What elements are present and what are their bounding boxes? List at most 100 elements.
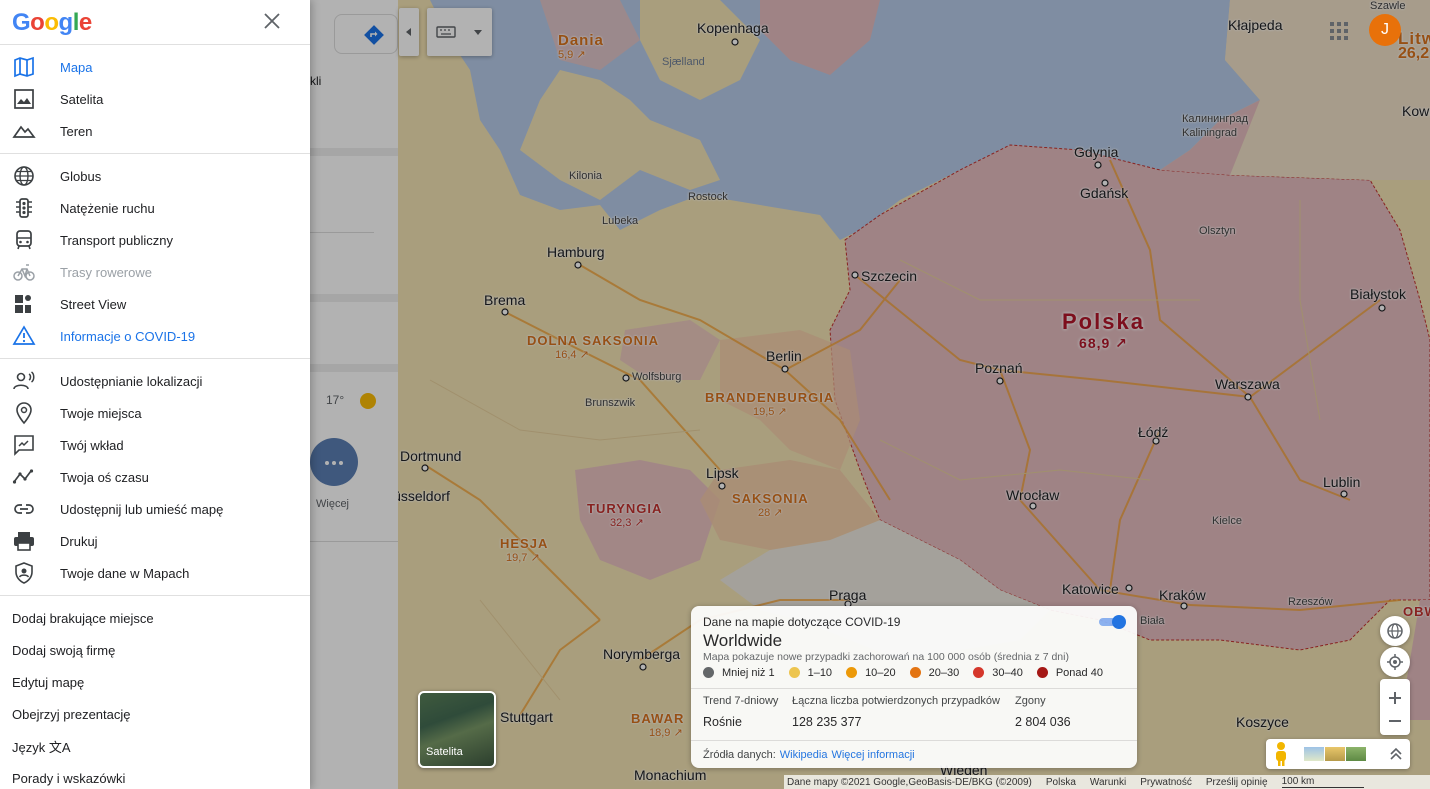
terms-link[interactable]: Warunki	[1090, 777, 1126, 788]
map-region-label: BAWAR 18,9 ↗	[631, 711, 685, 739]
covid-layer-toggle[interactable]	[1099, 615, 1127, 629]
menu-item-udostepnianie-lokalizacji[interactable]: Udostępnianie lokalizacji	[0, 365, 310, 397]
menu-item-twoja-os-czasu[interactable]: Twoja oś czasu	[0, 461, 310, 493]
menu-item-informacje-o-covid-19[interactable]: Informacje o COVID-19	[0, 320, 310, 352]
terrain-icon	[12, 125, 36, 138]
bicycle-icon	[13, 264, 35, 281]
zoom-out-icon[interactable]	[1388, 719, 1402, 723]
map-city-label: Hamburg	[547, 244, 605, 260]
menu-item-dodaj-brakujace-miejsce[interactable]: Dodaj brakujące miejsce	[0, 602, 310, 634]
menu-item-drukuj[interactable]: Drukuj	[0, 525, 310, 557]
map-attribution: Dane mapy ©2021 Google,GeoBasis-DE/BKG (…	[784, 775, 1430, 789]
more-label: Więcej	[316, 498, 350, 510]
menu-item-label: Natężenie ruchu	[60, 200, 155, 216]
pegman-icon[interactable]	[1271, 741, 1291, 767]
menu-item-globus[interactable]: Globus	[0, 160, 310, 192]
input-tools-button[interactable]	[427, 8, 492, 56]
covid-alert-icon	[12, 325, 36, 345]
apps-grid-icon[interactable]	[1329, 21, 1349, 41]
layer-thumb[interactable]	[1346, 747, 1366, 761]
transit-icon	[16, 230, 32, 250]
menu-item-twoje-dane-w-mapach[interactable]: Twoje dane w Mapach	[0, 557, 310, 589]
map-city-label: Monachium	[634, 767, 707, 783]
menu-item-mapa[interactable]: Mapa	[0, 51, 310, 83]
menu-item-label: Twoje miejsca	[60, 405, 142, 421]
covid-card-header: Dane na mapie dotyczące COVID-19	[703, 615, 901, 629]
menu-item-udostepnij-lub-umiesc-mape[interactable]: Udostępnij lub umieść mapę	[0, 493, 310, 525]
legend-item: Ponad 40	[1036, 667, 1103, 679]
logo-letter: G	[12, 9, 31, 36]
menu-item-label: Globus	[60, 168, 102, 184]
menu-item-label: Porady i wskazówki	[12, 770, 126, 786]
more-options-button[interactable]	[310, 438, 358, 486]
menu-item-label: Język 文A	[12, 739, 71, 755]
wikipedia-link[interactable]: Wikipedia	[780, 749, 828, 761]
help-section: Dodaj brakujące miejsce Dodaj swoją firmę…	[0, 596, 310, 789]
stat-value: 2 804 036	[1015, 715, 1071, 729]
map-city-label: Rostock	[688, 191, 728, 203]
logo-letter: g	[58, 9, 74, 36]
stat-value: 128 235 377	[792, 715, 862, 729]
my-location-icon	[1387, 654, 1403, 670]
map-city-label: Gdańsk	[1080, 185, 1129, 201]
map-city-label: Kowno	[1402, 103, 1430, 119]
directions-icon[interactable]	[363, 24, 385, 46]
map-region-label: Litw 26,2	[1398, 29, 1430, 62]
map-type-section: Mapa Satelita Teren	[0, 45, 310, 154]
legend-item: 20–30	[909, 667, 959, 679]
chevron-left-icon	[406, 28, 411, 36]
print-icon	[14, 532, 34, 551]
menu-item-twoj-wk-ad[interactable]: Twój wkład	[0, 429, 310, 461]
map-city-label: Stuttgart	[500, 709, 553, 725]
menu-item-jezyk-a[interactable]: Język 文A	[0, 730, 310, 762]
street-view-icon	[15, 295, 31, 313]
satellite-icon	[14, 89, 34, 109]
layer-thumb[interactable]	[1325, 747, 1345, 761]
menu-item-edytuj-mape[interactable]: Edytuj mapę	[0, 666, 310, 698]
globe-icon	[14, 166, 34, 186]
menu-item-dodaj-swoja-firme[interactable]: Dodaj swoją firmę	[0, 634, 310, 666]
sun-icon	[360, 393, 376, 409]
chevron-up-icon[interactable]	[1390, 747, 1402, 761]
covid-info-card: Dane na mapie dotyczące COVID-19 Worldwi…	[691, 606, 1137, 768]
map-city-label: Praga	[829, 587, 867, 603]
scale-label[interactable]: 100 km	[1281, 776, 1365, 788]
location-sharing-icon	[13, 371, 35, 390]
zoom-in-icon[interactable]	[1388, 691, 1402, 705]
menu-item-natezenie-ruchu[interactable]: Natężenie ruchu	[0, 192, 310, 224]
map-city-label: Kłajpeda	[1228, 17, 1283, 33]
map-city-label: Lipsk	[706, 465, 739, 481]
satellite-layer-toggle[interactable]: Satelita	[418, 691, 496, 768]
menu-item-trasy-rowerowe[interactable]: Trasy rowerowe	[0, 256, 310, 288]
menu-item-obejrzyj-prezentacje[interactable]: Obejrzyj prezentację	[0, 698, 310, 730]
menu-item-teren[interactable]: Teren	[0, 115, 310, 147]
map-city-label: Biała	[1140, 615, 1165, 627]
divider	[310, 232, 374, 233]
legend-item: 30–40	[973, 667, 1023, 679]
legend-item: Mniej niż 1	[703, 667, 775, 679]
menu-item-street-view[interactable]: Street View	[0, 288, 310, 320]
link-icon	[14, 504, 34, 514]
account-avatar[interactable]: J	[1369, 14, 1401, 46]
map-region-label: DOLNA SAKSONIA 16,4 ↗	[527, 333, 659, 361]
feedback-link[interactable]: Prześlij opinię	[1206, 777, 1268, 788]
covid-card-subtitle: Mapa pokazuje nowe przypadki zachorowań …	[703, 651, 1069, 663]
my-location-button[interactable]	[1380, 647, 1410, 677]
menu-item-twoje-miejsca[interactable]: Twoje miejsca	[0, 397, 310, 429]
country-link[interactable]: Polska	[1046, 777, 1076, 788]
globe-view-button[interactable]	[1380, 616, 1410, 646]
map-city-label: Rzeszów	[1288, 596, 1333, 608]
logo-letter: e	[78, 9, 92, 36]
privacy-link[interactable]: Prywatność	[1140, 777, 1192, 788]
menu-item-porady-i-wskazowki[interactable]: Porady i wskazówki	[0, 762, 310, 789]
close-icon[interactable]	[260, 9, 284, 33]
map-city-label: Warszawa	[1215, 376, 1280, 392]
menu-item-satelita[interactable]: Satelita	[0, 83, 310, 115]
map-city-label: Kaliningrad	[1182, 127, 1238, 139]
map-city-label: Lublin	[1323, 474, 1361, 490]
collapse-panel-button[interactable]	[399, 8, 419, 56]
layer-thumb[interactable]	[1304, 747, 1324, 761]
more-info-link[interactable]: Więcej informacji	[831, 749, 914, 761]
menu-item-transport-publiczny[interactable]: Transport publiczny	[0, 224, 310, 256]
map-city-label: Norymberga	[603, 646, 681, 662]
